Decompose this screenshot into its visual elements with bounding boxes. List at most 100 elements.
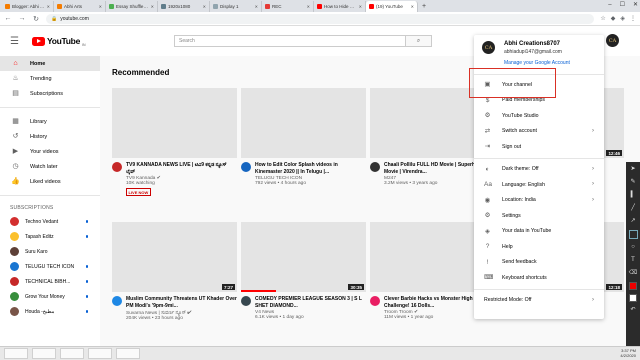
taskbar-app[interactable] — [32, 348, 56, 359]
sidebar-item-watch-later[interactable]: ◷ Watch later — [0, 159, 100, 174]
browser-tab[interactable]: Display 1 ✕ — [210, 1, 262, 12]
menu-item-send-feedback[interactable]: ! Send feedback — [474, 255, 604, 271]
reload-icon[interactable]: ↻ — [32, 15, 40, 23]
tab-close-icon[interactable]: ✕ — [307, 4, 310, 9]
tab-close-icon[interactable]: ✕ — [411, 4, 414, 9]
close-window-button[interactable]: ✕ — [633, 0, 638, 11]
new-tab-button[interactable]: + — [418, 1, 430, 12]
star-icon[interactable]: ☆ — [600, 15, 605, 22]
browser-tab[interactable]: REC ✕ — [262, 1, 314, 12]
video-thumbnail[interactable] — [241, 88, 366, 158]
video-card[interactable]: TV9 KANNADA NEWS LIVE | ಟಿವಿ9 ಕನ್ನಡ ನ್ಯೂ… — [112, 88, 237, 196]
menu-item-switch-account[interactable]: ⇄ Switch account › — [474, 124, 604, 140]
video-title[interactable]: TV9 KANNADA NEWS LIVE | ಟಿವಿ9 ಕನ್ನಡ ನ್ಯೂ… — [126, 162, 237, 175]
sidebar-item-home[interactable]: ⌂ Home — [0, 56, 100, 71]
subscription-item[interactable]: Suru Karo — [0, 244, 100, 259]
annotation-toolbar: ➤ ✎ ▍ ╱ ↗ ○ T ⌫ ↶ — [626, 162, 640, 346]
video-card[interactable]: 30:35 COMEDY PREMIER LEAGUE SEASON 3 | S … — [241, 222, 366, 320]
hamburger-menu-icon[interactable]: ☰ — [10, 36, 26, 47]
sidebar-item-library[interactable]: ▦ Library — [0, 114, 100, 129]
tab-close-icon[interactable]: ✕ — [99, 4, 102, 9]
channel-avatar[interactable] — [112, 296, 122, 306]
arrow-icon[interactable]: ↗ — [629, 217, 638, 226]
channel-avatar[interactable] — [370, 296, 380, 306]
video-title[interactable]: COMEDY PREMIER LEAGUE SEASON 3 | S L SHE… — [255, 296, 366, 309]
color-swatch[interactable] — [629, 282, 637, 290]
line-icon[interactable]: ╱ — [629, 204, 638, 213]
taskbar-app[interactable] — [60, 348, 84, 359]
tab-close-icon[interactable]: ✕ — [359, 4, 362, 9]
taskbar-app[interactable] — [116, 348, 140, 359]
search-input[interactable]: Search — [174, 35, 406, 47]
eraser-icon[interactable]: ⌫ — [629, 269, 638, 278]
menu-item-help[interactable]: ? Help — [474, 239, 604, 255]
highlighter-icon[interactable]: ▍ — [629, 191, 638, 200]
menu-item-your-data-in-youtube[interactable]: ◈ Your data in YouTube — [474, 224, 604, 240]
video-card[interactable]: How to Edit Color Splash videos in Kinem… — [241, 88, 366, 186]
menu-item-label: Dark theme: Off — [502, 166, 539, 173]
subscription-item[interactable]: Grow Your Money — [0, 289, 100, 304]
sidebar-item-trending[interactable]: ♨ Trending — [0, 71, 100, 86]
tab-close-icon[interactable]: ✕ — [151, 4, 154, 9]
account-avatar-button[interactable]: CA — [606, 34, 619, 47]
subscription-item[interactable]: TELUGU TECH ICON — [0, 259, 100, 274]
menu-item-keyboard-shortcuts[interactable]: ⌨ Keyboard shortcuts — [474, 270, 604, 286]
search-button[interactable]: ⌕ — [406, 35, 432, 47]
undo-icon[interactable]: ↶ — [629, 306, 638, 315]
subscription-item[interactable]: Houda -مطبخ — [0, 304, 100, 319]
sidebar-item-subscriptions[interactable]: ▤ Subscriptions — [0, 86, 100, 101]
video-card[interactable]: 7:27 Muslim Community Threatens UT Khader… — [112, 222, 237, 321]
browser-tab[interactable]: Blogger: Abhi Arts - C...✕ — [2, 1, 54, 12]
browser-tab[interactable]: 1920x1080 ✕ — [158, 1, 210, 12]
sidebar-item-liked-videos[interactable]: 👍 Liked videos — [0, 174, 100, 189]
subscription-item[interactable]: Tapash Editz — [0, 229, 100, 244]
menu-dots-icon[interactable]: ⋮ — [630, 15, 636, 22]
url-field[interactable]: 🔒 youtube.com — [46, 13, 595, 24]
taskbar-app[interactable] — [88, 348, 112, 359]
video-thumbnail[interactable]: 30:35 — [241, 222, 366, 292]
rectangle-icon[interactable] — [628, 230, 638, 239]
restricted-mode-item[interactable]: Restricted Mode: Off › — [474, 293, 604, 309]
tab-close-icon[interactable]: ✕ — [203, 4, 206, 9]
menu-item-youtube-studio[interactable]: ⚙ YouTube Studio — [474, 108, 604, 124]
extension-icon[interactable]: ◆ — [611, 15, 616, 22]
minimize-button[interactable]: – — [608, 0, 611, 11]
channel-avatar[interactable] — [112, 162, 122, 172]
video-title[interactable]: Muslim Community Threatens UT Khader Ove… — [126, 296, 237, 309]
menu-item-dark-theme-off[interactable]: ◐ Dark theme: Off › — [474, 162, 604, 178]
pen-icon[interactable]: ✎ — [629, 178, 638, 187]
channel-avatar[interactable] — [241, 162, 251, 172]
extension-icon[interactable]: ◈ — [620, 15, 625, 22]
browser-tab[interactable]: Essay Shuffler | Essay✕ — [106, 1, 158, 12]
youtube-logo[interactable]: YouTube IN — [32, 35, 86, 47]
manage-account-link[interactable]: Manage your Google Account — [504, 60, 570, 66]
subscription-item[interactable]: TECHNICAL BIBH... — [0, 274, 100, 289]
menu-item-settings[interactable]: ⚙ Settings — [474, 208, 604, 224]
menu-item-sign-out[interactable]: ⇥ Sign out — [474, 139, 604, 155]
color-swatch[interactable] — [629, 294, 637, 302]
browser-tab[interactable]: (19) YouTube ✕ — [366, 1, 418, 12]
sidebar-item-history[interactable]: ↺ History — [0, 129, 100, 144]
video-thumbnail[interactable] — [112, 88, 237, 158]
taskbar-app[interactable] — [4, 348, 28, 359]
channel-avatar[interactable] — [241, 296, 251, 306]
ellipse-icon[interactable]: ○ — [629, 243, 638, 252]
tab-favicon-icon — [317, 4, 322, 9]
back-icon[interactable]: ← — [4, 15, 12, 22]
tab-close-icon[interactable]: ✕ — [255, 4, 258, 9]
subscription-item[interactable]: Techno Vedant — [0, 214, 100, 229]
channel-avatar[interactable] — [370, 162, 380, 172]
maximize-button[interactable]: ☐ — [620, 0, 625, 11]
tab-close-icon[interactable]: ✕ — [47, 4, 50, 9]
text-icon[interactable]: T — [629, 256, 638, 265]
forward-icon[interactable]: → — [18, 15, 26, 22]
video-title[interactable]: How to Edit Color Splash videos in Kinem… — [255, 162, 366, 175]
sidebar-item-your-videos[interactable]: ▶ Your videos — [0, 144, 100, 159]
sidebar-icon: ▦ — [12, 118, 19, 125]
browser-tab[interactable]: Abhi Arts ✕ — [54, 1, 106, 12]
menu-item-location-india[interactable]: ◉ Location: India › — [474, 193, 604, 209]
browser-tab[interactable]: How to Hide Youtube✕ — [314, 1, 366, 12]
video-thumbnail[interactable]: 7:27 — [112, 222, 237, 292]
menu-item-language-english[interactable]: Aa Language: English › — [474, 177, 604, 193]
pointer-icon[interactable]: ➤ — [629, 165, 638, 174]
